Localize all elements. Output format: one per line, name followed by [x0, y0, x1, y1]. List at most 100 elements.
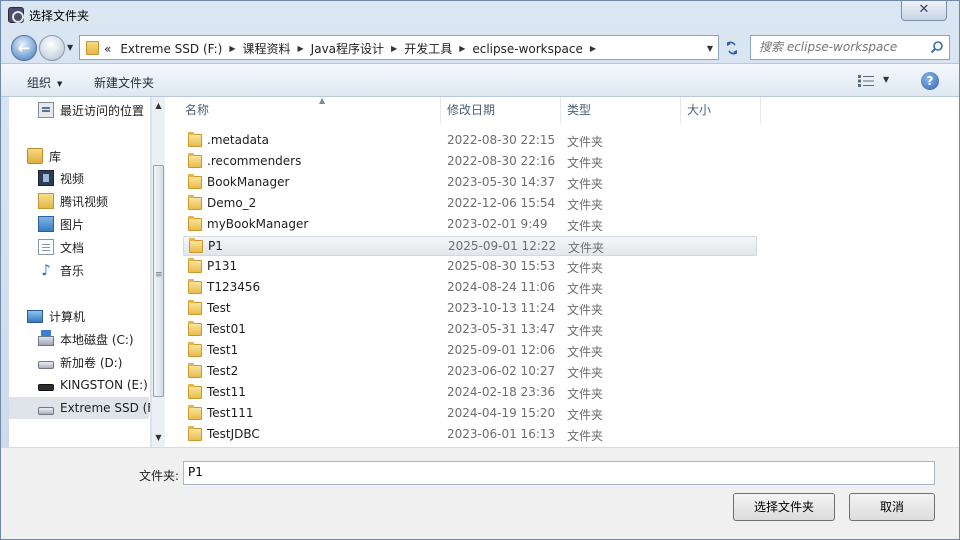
file-row[interactable]: .recommenders 2022-08-30 22:16 文件夹: [183, 152, 757, 172]
close-button[interactable]: ✕: [901, 1, 947, 21]
sidebar-item[interactable]: 本地磁盘 (C:): [9, 328, 134, 350]
breadcrumb-item[interactable]: Extreme SSD (F:): [120, 42, 222, 56]
search-icon[interactable]: [930, 40, 944, 54]
breadcrumb-item[interactable]: eclipse-workspace: [472, 42, 582, 56]
breadcrumb-item[interactable]: Java程序设计: [311, 40, 384, 57]
file-row[interactable]: Test 2023-10-13 11:24 文件夹: [183, 299, 757, 319]
file-row[interactable]: myBookManager 2023-02-01 9:49 文件夹: [183, 215, 757, 235]
command-bar: 组织 新建文件夹 ▼ ?: [1, 63, 959, 97]
file-date: 2022-08-30 22:15: [447, 133, 556, 147]
sidebar-item[interactable]: ♪ 音乐: [9, 259, 84, 281]
file-row[interactable]: Test11 2024-02-18 23:36 文件夹: [183, 383, 757, 403]
view-dropdown-icon[interactable]: ▼: [883, 75, 889, 84]
file-name: Test111: [207, 406, 254, 420]
file-type: 文件夹: [567, 219, 604, 233]
file-type: 文件夹: [568, 241, 605, 255]
scroll-down-icon[interactable]: ▼: [152, 431, 165, 445]
sidebar-item[interactable]: Extreme SSD (F: [9, 397, 151, 419]
file-name: P1: [208, 239, 223, 253]
documents-icon: [38, 239, 54, 255]
file-row[interactable]: P1 2025-09-01 12:22 文件夹: [183, 236, 757, 256]
file-date: 2024-02-18 23:36: [447, 385, 556, 399]
select-folder-button[interactable]: 选择文件夹: [733, 493, 835, 521]
sidebar-item[interactable]: KINGSTON (E:): [9, 374, 148, 396]
column-header-size[interactable]: 大小: [681, 97, 761, 124]
breadcrumb-arrow-icon[interactable]: ▶: [298, 44, 304, 53]
back-button[interactable]: ←: [11, 35, 37, 61]
file-row[interactable]: Demo_2 2022-12-06 15:54 文件夹: [183, 194, 757, 214]
file-name: TestJDBC: [207, 427, 260, 441]
file-name: .recommenders: [207, 154, 302, 168]
sidebar-item[interactable]: 视频: [9, 167, 84, 189]
organize-menu[interactable]: 组织: [27, 74, 62, 91]
breadcrumb-arrow-icon[interactable]: ▶: [459, 44, 465, 53]
title-bar: 选择文件夹 ✕: [1, 1, 959, 31]
breadcrumb-arrow-icon[interactable]: ▶: [590, 44, 596, 53]
sidebar-item[interactable]: 最近访问的位置: [9, 99, 144, 121]
usb-drive-icon: [38, 384, 54, 391]
column-header-type[interactable]: 类型: [561, 97, 681, 124]
search-box[interactable]: [750, 35, 950, 60]
folder-icon: [188, 405, 202, 420]
sidebar-item[interactable]: 库: [9, 145, 61, 167]
file-name: Test1: [207, 343, 239, 357]
file-row[interactable]: P131 2025-08-30 15:53 文件夹: [183, 257, 757, 277]
folder-field[interactable]: [183, 461, 935, 485]
view-options-icon[interactable]: [858, 75, 874, 87]
breadcrumb-item[interactable]: 课程资料: [243, 40, 291, 57]
file-name: .metadata: [207, 133, 269, 147]
folder-icon: [188, 153, 202, 168]
scroll-up-icon[interactable]: ▲: [152, 99, 165, 113]
file-type: 文件夹: [567, 303, 604, 317]
sidebar-item[interactable]: 计算机: [9, 305, 85, 327]
sidebar-item-label: 计算机: [49, 309, 86, 324]
file-type: 文件夹: [567, 345, 604, 359]
file-row[interactable]: Test01 2023-05-31 13:47 文件夹: [183, 320, 757, 340]
address-dropdown-icon[interactable]: ▼: [707, 44, 713, 53]
sort-ascending-icon: ▲: [319, 97, 326, 105]
video-icon: [38, 170, 54, 186]
file-row[interactable]: T123456 2024-08-24 11:06 文件夹: [183, 278, 757, 298]
sidebar-item-label: Extreme SSD (F: [60, 401, 151, 415]
file-row[interactable]: Test111 2024-04-19 15:20 文件夹: [183, 404, 757, 424]
cancel-button[interactable]: 取消: [849, 493, 935, 521]
navigation-scrollbar[interactable]: ▲ ▼: [151, 97, 165, 447]
help-icon[interactable]: ?: [921, 72, 939, 90]
breadcrumb-item[interactable]: 开发工具: [404, 40, 452, 57]
drive-icon: [38, 360, 54, 369]
file-row[interactable]: .metadata 2022-08-30 22:15 文件夹: [183, 131, 757, 151]
file-type: 文件夹: [567, 282, 604, 296]
breadcrumb-arrow-icon[interactable]: ▶: [229, 44, 235, 53]
sidebar-item[interactable]: 新加卷 (D:): [9, 351, 122, 373]
address-bar: ← → ▼ « Extreme SSD (F:) ▶ 课程资料 ▶ Java程序设计 ▶ 开…: [1, 31, 959, 63]
sidebar-item-label: 腾讯视频: [60, 194, 109, 209]
sidebar-item[interactable]: 文档: [9, 236, 84, 258]
folder-icon: [188, 342, 202, 357]
new-folder-button[interactable]: 新建文件夹: [94, 74, 154, 91]
breadcrumb-overflow[interactable]: «: [104, 42, 111, 56]
search-input[interactable]: [759, 40, 919, 54]
file-row[interactable]: BookManager 2023-05-30 14:37 文件夹: [183, 173, 757, 193]
file-name: BookManager: [207, 175, 290, 189]
sidebar-item[interactable]: 图片: [9, 213, 84, 235]
sidebar-item[interactable]: 腾讯视频: [9, 190, 108, 212]
file-row[interactable]: Test2 2023-06-02 10:27 文件夹: [183, 362, 757, 382]
file-date: 2023-10-13 11:24: [447, 301, 556, 315]
file-row[interactable]: Test1 2025-09-01 12:06 文件夹: [183, 341, 757, 361]
forward-button[interactable]: →: [39, 35, 65, 61]
folder-name-input[interactable]: [188, 465, 888, 479]
column-header-name-label: 名称: [185, 103, 210, 117]
scrollbar-thumb[interactable]: [153, 165, 164, 397]
breadcrumb-arrow-icon[interactable]: ▶: [391, 44, 397, 53]
sidebar-item-label: 本地磁盘 (C:): [60, 332, 134, 347]
refresh-button[interactable]: [721, 37, 743, 59]
folder-icon: [188, 258, 202, 273]
file-name: P131: [207, 259, 238, 273]
file-row[interactable]: TestJDBC 2023-06-01 16:13 文件夹: [183, 425, 757, 445]
recent-pages-dropdown-icon[interactable]: ▼: [67, 43, 73, 52]
column-header-name[interactable]: ▲ 名称: [179, 97, 441, 124]
music-icon: ♪: [41, 261, 51, 279]
column-header-date[interactable]: 修改日期: [441, 97, 561, 124]
breadcrumb[interactable]: « Extreme SSD (F:) ▶ 课程资料 ▶ Java程序设计 ▶ 开发工具 ▶ ec…: [79, 35, 719, 60]
folder-icon: [86, 41, 99, 55]
